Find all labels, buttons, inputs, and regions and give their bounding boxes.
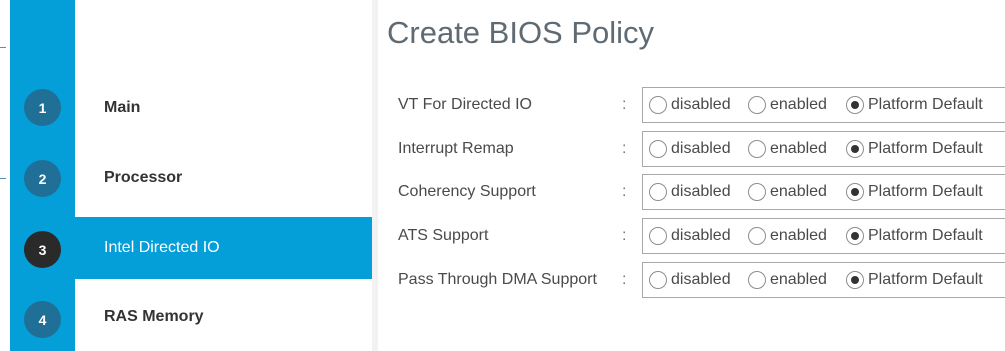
radio-disabled[interactable]: disabled [649,183,731,201]
radio-platform-default[interactable]: Platform Default [846,183,983,201]
wizard-step-label: Processor [104,169,183,186]
step-number-4[interactable]: 4 [24,301,61,338]
radio-group-pass-through-dma-support: disabled enabled Platform Default [642,262,1005,298]
policy-form-panel: Create BIOS Policy VT For Directed IO : … [378,0,1005,351]
radio-circle[interactable] [748,140,766,158]
form-row-interrupt-remap: Interrupt Remap : disabled enabled Platf… [378,131,1005,167]
radio-enabled[interactable]: enabled [748,96,827,114]
row-label: Coherency Support [398,183,536,200]
radio-label: enabled [770,227,827,244]
wizard-step-main[interactable]: Main [75,77,372,139]
wizard-step-rail: 1 2 3 4 [10,0,75,351]
radio-disabled[interactable]: disabled [649,140,731,158]
form-row-ats-support: ATS Support : disabled enabled Platform … [378,218,1005,254]
wizard-step-label: Intel Directed IO [104,239,220,256]
radio-disabled[interactable]: disabled [649,96,731,114]
radio-enabled[interactable]: enabled [748,183,827,201]
radio-label: enabled [770,271,827,288]
radio-circle[interactable] [748,227,766,245]
edge-tick [0,178,6,179]
radio-circle[interactable] [748,183,766,201]
radio-label: disabled [671,183,731,200]
radio-circle-selected[interactable] [846,96,864,114]
window-left-edge [0,0,10,351]
wizard-step-label: RAS Memory [104,308,204,325]
form-row-pass-through-dma-support: Pass Through DMA Support : disabled enab… [378,262,1005,298]
radio-label: enabled [770,140,827,157]
radio-enabled[interactable]: enabled [748,140,827,158]
row-colon: : [622,140,627,157]
form-row-coherency-support: Coherency Support : disabled enabled Pla… [378,174,1005,210]
radio-label: enabled [770,96,827,113]
radio-enabled[interactable]: enabled [748,227,827,245]
form-row-vt-for-directed-io: VT For Directed IO : disabled enabled Pl… [378,87,1005,123]
step-number-1[interactable]: 1 [24,89,61,126]
radio-enabled[interactable]: enabled [748,271,827,289]
row-label: ATS Support [398,227,489,244]
row-colon: : [622,227,627,244]
row-label: VT For Directed IO [398,96,532,113]
wizard-step-intel-directed-io[interactable]: Intel Directed IO [75,217,372,279]
radio-circle-selected[interactable] [846,183,864,201]
row-colon: : [622,183,627,200]
radio-circle-selected[interactable] [846,271,864,289]
radio-circle[interactable] [649,271,667,289]
step-number-3[interactable]: 3 [24,231,61,268]
radio-circle[interactable] [649,140,667,158]
row-colon: : [622,96,627,113]
row-colon: : [622,271,627,288]
radio-circle-selected[interactable] [846,140,864,158]
wizard-nav: Main Processor Intel Directed IO RAS Mem… [75,0,372,351]
radio-platform-default[interactable]: Platform Default [846,271,983,289]
radio-group-vt-for-directed-io: disabled enabled Platform Default [642,87,1005,123]
wizard-step-processor[interactable]: Processor [75,147,372,209]
radio-label: Platform Default [868,140,983,157]
radio-circle[interactable] [748,96,766,114]
radio-disabled[interactable]: disabled [649,271,731,289]
radio-label: disabled [671,227,731,244]
radio-group-coherency-support: disabled enabled Platform Default [642,174,1005,210]
radio-platform-default[interactable]: Platform Default [846,227,983,245]
wizard-step-ras-memory[interactable]: RAS Memory [75,286,372,348]
radio-group-interrupt-remap: disabled enabled Platform Default [642,131,1005,167]
radio-label: disabled [671,96,731,113]
radio-circle[interactable] [649,96,667,114]
radio-label: Platform Default [868,183,983,200]
step-number-2[interactable]: 2 [24,160,61,197]
page-title: Create BIOS Policy [387,15,655,50]
radio-label: enabled [770,183,827,200]
radio-label: disabled [671,271,731,288]
radio-label: disabled [671,140,731,157]
radio-label: Platform Default [868,227,983,244]
row-label: Pass Through DMA Support [398,271,597,288]
radio-platform-default[interactable]: Platform Default [846,96,983,114]
radio-disabled[interactable]: disabled [649,227,731,245]
wizard-step-label: Main [104,99,141,116]
radio-circle[interactable] [748,271,766,289]
radio-platform-default[interactable]: Platform Default [846,140,983,158]
radio-circle[interactable] [649,227,667,245]
radio-circle-selected[interactable] [846,227,864,245]
radio-label: Platform Default [868,96,983,113]
edge-tick [0,47,6,48]
row-label: Interrupt Remap [398,140,514,157]
radio-group-ats-support: disabled enabled Platform Default [642,218,1005,254]
radio-circle[interactable] [649,183,667,201]
radio-label: Platform Default [868,271,983,288]
